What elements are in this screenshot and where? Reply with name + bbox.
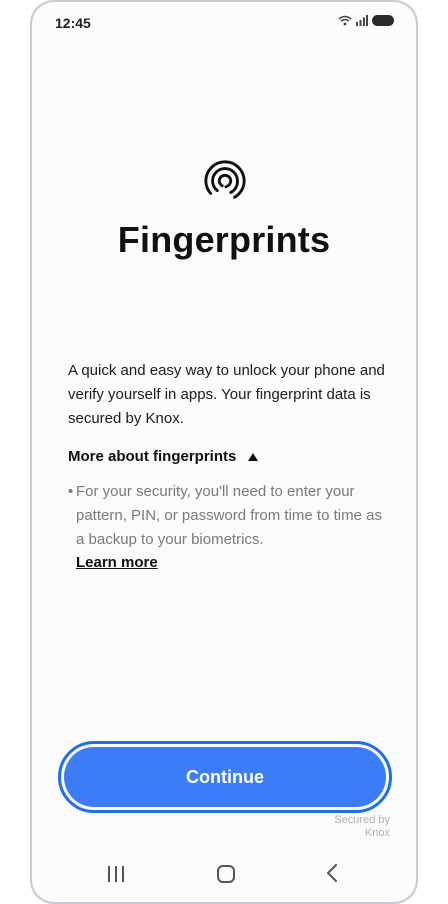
status-bar: 12:45	[32, 2, 416, 42]
status-time: 12:45	[55, 15, 91, 31]
secured-by-knox: Secured by Knox	[334, 814, 390, 840]
phone-frame: 12:45 Fingerprints A quick and easy way …	[30, 0, 418, 904]
recent-apps-icon[interactable]	[108, 866, 124, 882]
bullet-dot-icon: •	[68, 483, 74, 500]
secured-by-line2: Knox	[364, 827, 390, 839]
continue-focus-ring: Continue	[58, 741, 392, 813]
signal-icon	[356, 15, 368, 26]
more-about-toggle[interactable]: More about fingerprints	[68, 448, 259, 465]
wifi-icon	[338, 15, 352, 26]
home-icon[interactable]	[217, 865, 235, 883]
navigation-bar	[32, 852, 416, 902]
back-icon[interactable]	[326, 864, 338, 882]
description-text: A quick and easy way to unlock your phon…	[68, 362, 385, 427]
learn-more-link[interactable]: Learn more	[76, 554, 158, 571]
page-title: Fingerprints	[117, 219, 331, 260]
fingerprint-icon	[204, 160, 246, 199]
info-bullet: • For your security, you'll need to ente…	[68, 480, 388, 552]
secured-by-line1: Secured by	[334, 814, 390, 826]
caret-up-icon	[248, 452, 259, 461]
bullet-text: For your security, you'll need to enter …	[76, 483, 382, 548]
status-icons	[338, 15, 394, 26]
more-about-label: More about fingerprints	[68, 448, 237, 465]
battery-icon	[372, 15, 394, 26]
continue-button[interactable]: Continue	[64, 747, 386, 807]
